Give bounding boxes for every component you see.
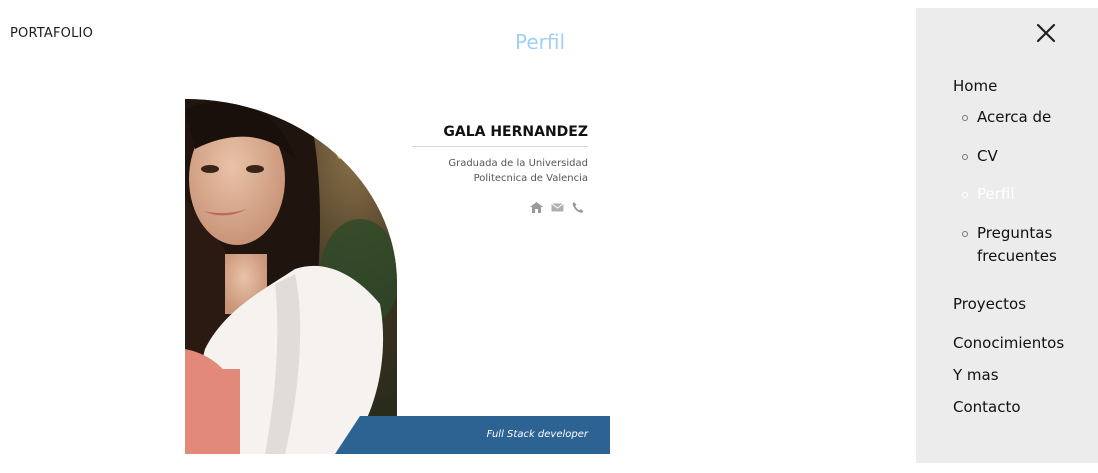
menu-item-label: Perfil	[977, 185, 1015, 203]
brand-logo[interactable]: PORTAFOLIO	[10, 26, 93, 41]
menu-item-label: Preguntas frecuentes	[977, 224, 1057, 265]
bullet-icon	[962, 231, 968, 237]
profile-card: GALA HERNANDEZ Graduada de la Universida…	[185, 99, 610, 454]
contact-icons	[530, 202, 585, 213]
menu-item-perfil[interactable]: Perfil	[962, 183, 1015, 206]
role-label: Full Stack developer	[486, 429, 588, 440]
close-icon[interactable]	[1036, 23, 1056, 43]
menu-item-y-mas[interactable]: Y mas	[953, 366, 999, 384]
bullet-icon	[962, 115, 968, 121]
role-ribbon: Full Stack developer	[335, 416, 610, 454]
menu-item-label: CV	[977, 147, 998, 165]
phone-icon[interactable]	[572, 202, 585, 213]
menu-item-acerca-de[interactable]: Acerca de	[962, 106, 1051, 129]
menu-item-contacto[interactable]: Contacto	[953, 398, 1021, 416]
menu-item-home[interactable]: Home	[953, 77, 997, 95]
mail-icon[interactable]	[551, 202, 564, 213]
menu-item-conocimientos[interactable]: Conocimientos	[953, 334, 1064, 352]
name-divider	[412, 146, 588, 147]
bullet-icon	[962, 154, 968, 160]
profile-photo	[185, 99, 397, 454]
profile-name: GALA HERNANDEZ	[443, 124, 588, 140]
menu-item-preguntas-frecuentes[interactable]: Preguntas frecuentes	[962, 222, 1082, 268]
menu-item-cv[interactable]: CV	[962, 145, 998, 168]
bullet-icon	[962, 192, 968, 198]
home-icon[interactable]	[530, 202, 543, 213]
menu-item-proyectos[interactable]: Proyectos	[953, 295, 1026, 313]
side-menu: Home Acerca de CV Perfil Preguntas frecu…	[916, 8, 1098, 463]
page-title: Perfil	[515, 30, 566, 54]
menu-item-label: Acerca de	[977, 108, 1052, 126]
profile-bio: Graduada de la Universidad Politecnica d…	[448, 158, 588, 184]
